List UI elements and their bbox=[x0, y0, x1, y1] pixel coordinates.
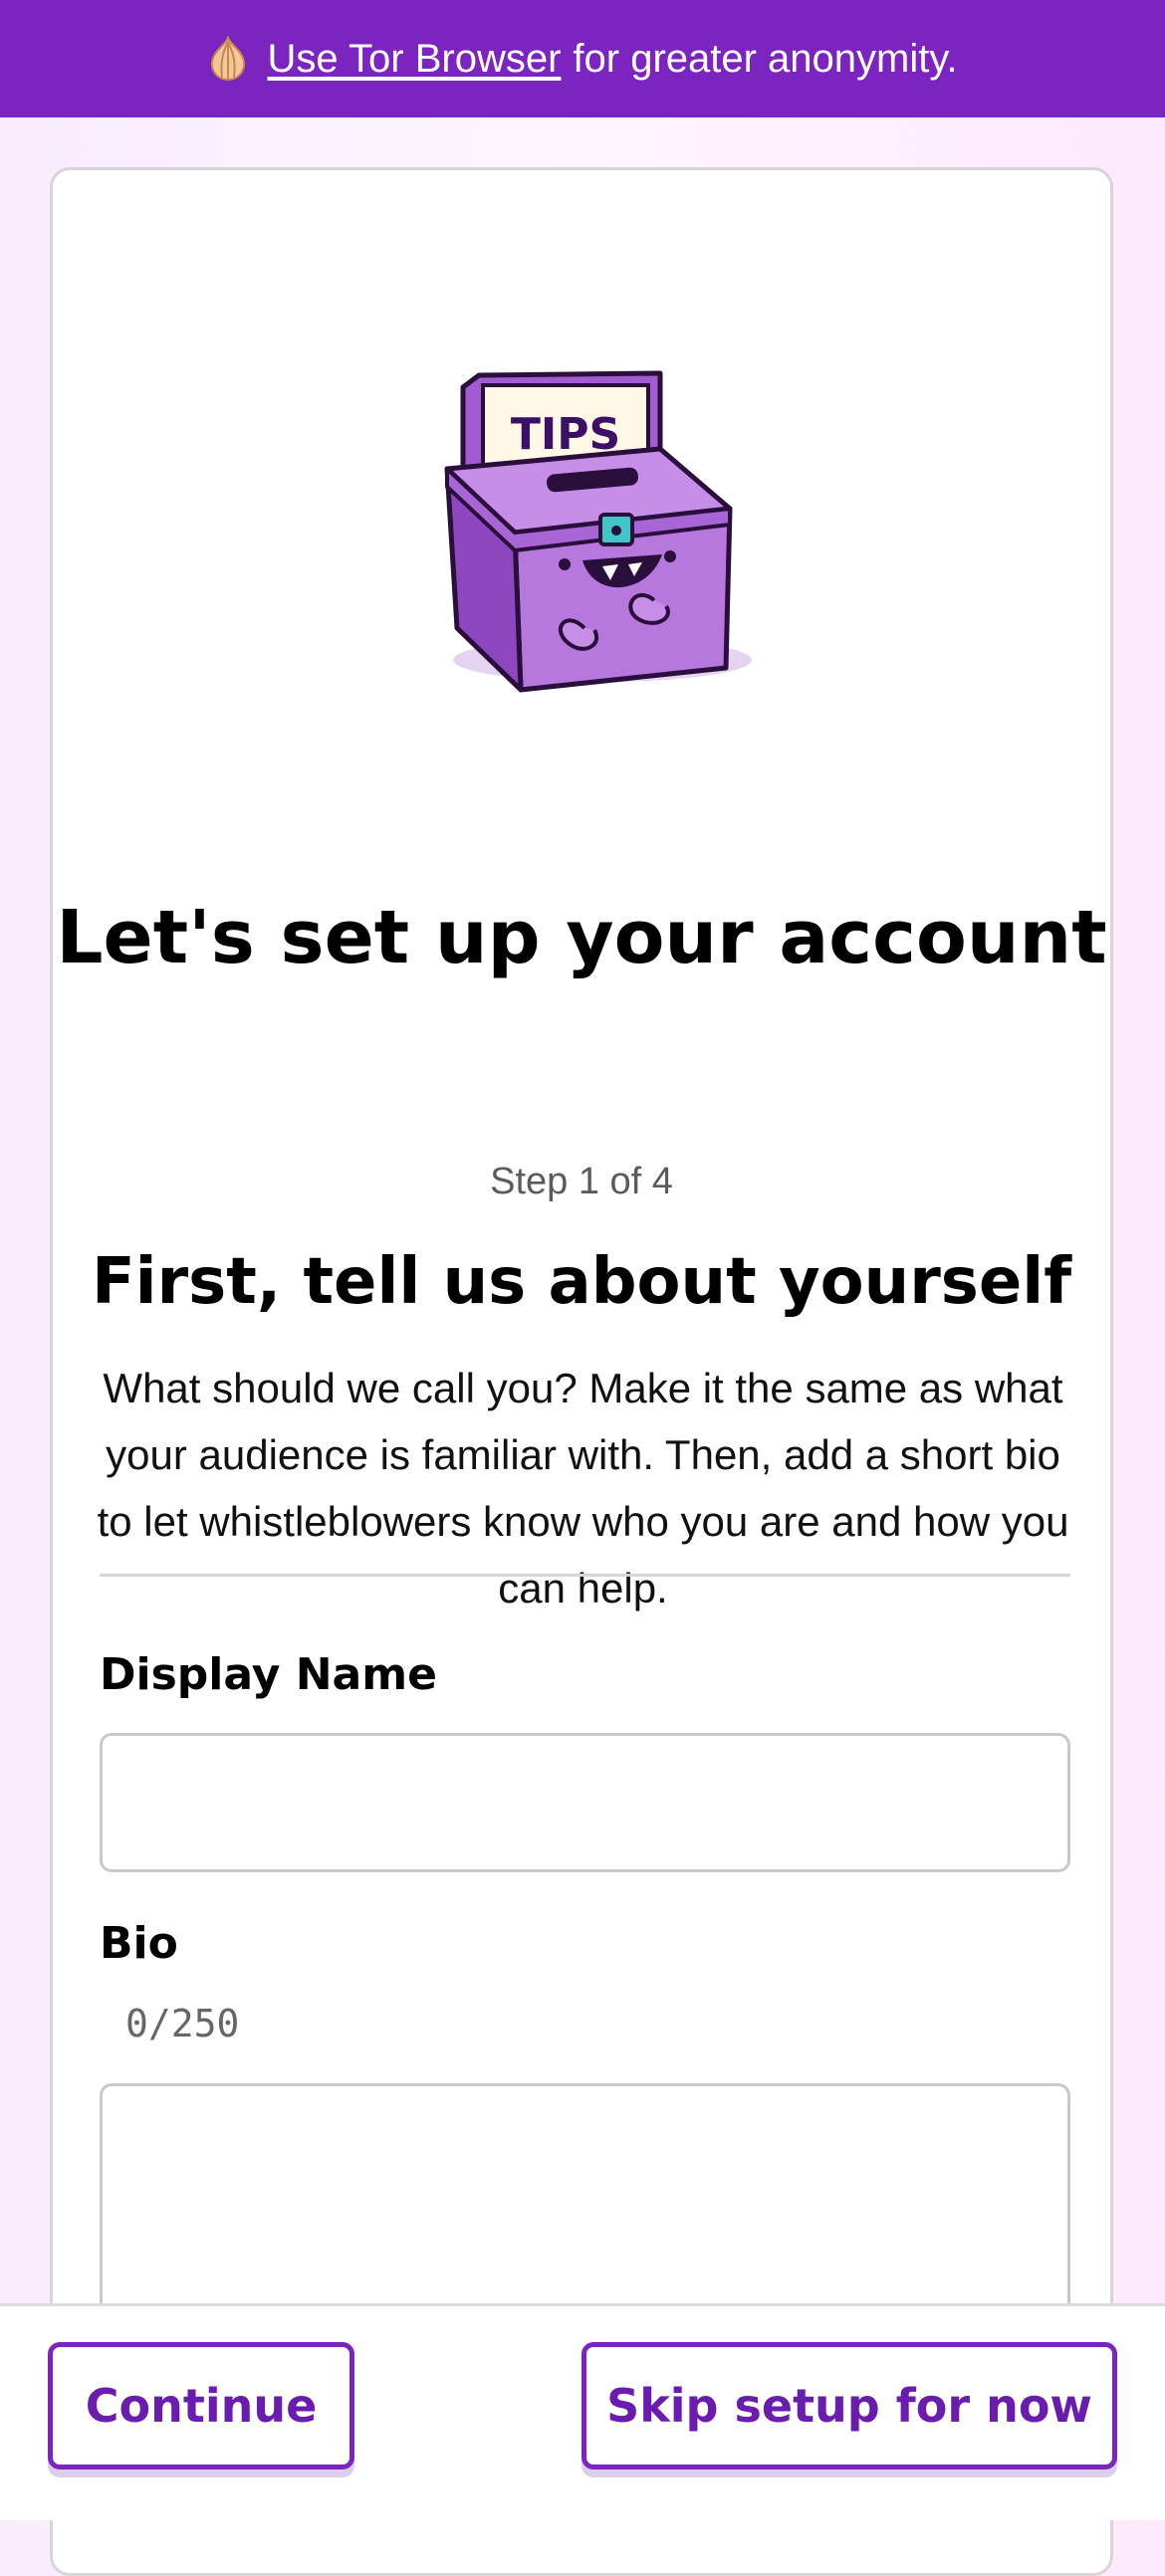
section-description: What should we call you? Make it the sam… bbox=[97, 1365, 1069, 1611]
setup-card: TIPS Let's set up your account Step 1 of… bbox=[50, 167, 1113, 2576]
use-tor-browser-link[interactable]: Use Tor Browser bbox=[268, 37, 562, 82]
footer-action-bar: Continue Skip setup for now bbox=[0, 2303, 1165, 2520]
continue-button[interactable]: Continue bbox=[48, 2342, 354, 2469]
banner-suffix-text: for greater anonymity. bbox=[573, 36, 958, 81]
tips-box-mascot-illustration: TIPS bbox=[444, 370, 752, 693]
step-indicator: Step 1 of 4 bbox=[490, 1161, 673, 1202]
bio-character-counter: 0/250 bbox=[125, 2002, 240, 2045]
section-divider bbox=[100, 1574, 1070, 1577]
tor-banner: Use Tor Browser for greater anonymity. bbox=[0, 0, 1165, 117]
display-name-label: Display Name bbox=[100, 1649, 437, 1700]
bio-label: Bio bbox=[100, 1918, 178, 1969]
display-name-field[interactable] bbox=[100, 1733, 1070, 1872]
page-title: Let's set up your account bbox=[56, 895, 1107, 980]
skip-setup-button[interactable]: Skip setup for now bbox=[582, 2342, 1117, 2469]
onion-icon bbox=[208, 34, 248, 82]
section-subtitle: First, tell us about yourself bbox=[91, 1245, 1072, 1319]
